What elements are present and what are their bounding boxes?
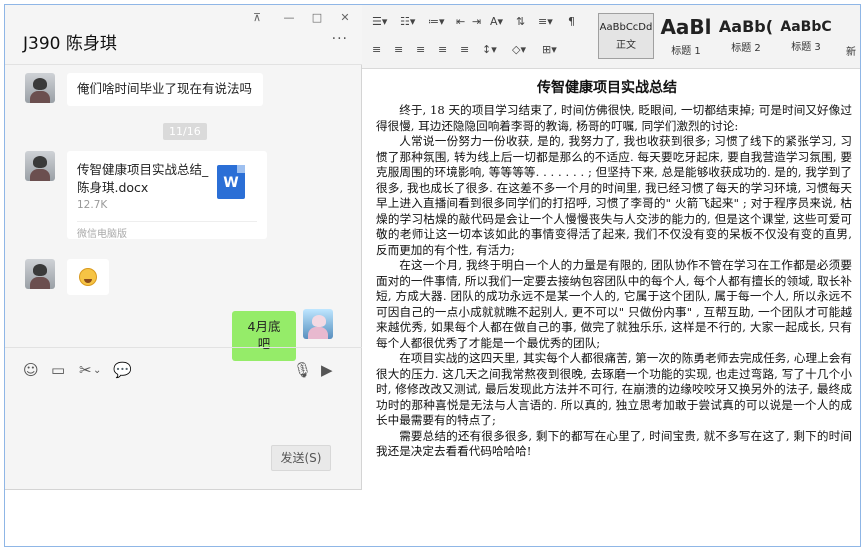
my-avatar[interactable] (303, 309, 333, 339)
new-style-button[interactable]: 新 (840, 13, 860, 59)
emoji-face-icon (79, 268, 97, 286)
borders-icon[interactable]: ⊞▾ (542, 43, 557, 56)
emoji-message[interactable] (67, 259, 109, 295)
paragraph: 在这一个月, 我终于明白一个人的力量是有限的, 团队协作不管在学习在工作都是必须… (376, 258, 852, 350)
chat-header: J390 陈身琪 ⊼ — □ ✕ ··· (5, 5, 362, 65)
decrease-indent-icon[interactable]: ⇤ (456, 15, 465, 28)
close-icon[interactable]: ✕ (335, 11, 355, 24)
contact-avatar[interactable] (25, 73, 55, 103)
scissors-icon[interactable]: ✂ (79, 361, 92, 379)
document-title: 传智健康项目实战总结 (537, 80, 677, 96)
voice-icon[interactable]: 🎙 (293, 361, 312, 379)
distributed-icon[interactable]: ≡ (460, 43, 469, 56)
chat-title: J390 陈身琪 (23, 34, 117, 54)
screenshot-frame: J390 陈身琪 ⊼ — □ ✕ ··· 俺们啥时间毕业了现在有说法吗 11/1… (4, 4, 861, 547)
word-ribbon: ☰▾ ☷▾ ≔▾ ⇤ ⇥ A▾ ⇅ ≡▾ ¶ ≡ ≡ ≡ ≡ ≡ ↕▾ ◇▾ ⊞… (362, 5, 860, 69)
align-center-icon[interactable]: ≡ (394, 43, 403, 56)
emoji-icon[interactable]: ☺ (23, 361, 39, 379)
chat-divider (5, 347, 362, 348)
more-options-icon[interactable]: ··· (332, 31, 348, 47)
chat-history-icon[interactable]: 💬 (113, 361, 132, 379)
document-page[interactable]: 传智健康项目实战总结 终于, 18 天的项目学习结束了, 时间仿佛很快, 眨眼间… (362, 69, 860, 546)
paragraph: 终于, 18 天的项目学习结束了, 时间仿佛很快, 眨眼间, 一切都结束掉; 可… (376, 103, 852, 133)
style-heading-3[interactable]: AaBbC 标题 3 (778, 13, 834, 59)
message-bubble[interactable]: 俺们啥时间毕业了现在有说法吗 (67, 73, 263, 106)
shading-icon[interactable]: ◇▾ (512, 43, 526, 56)
align-left-icon[interactable]: ≡ (372, 43, 381, 56)
numbering-icon[interactable]: ☷▾ (400, 15, 415, 28)
chat-window: J390 陈身琪 ⊼ — □ ✕ ··· 俺们啥时间毕业了现在有说法吗 11/1… (5, 5, 362, 490)
file-name: 传智健康项目实战总结_陈身琪.docx (77, 162, 209, 195)
line-spacing-icon[interactable]: ↕▾ (482, 43, 497, 56)
style-normal[interactable]: AaBbCcDd 正文 (598, 13, 654, 59)
word-file-icon: W (217, 165, 245, 199)
pin-icon[interactable]: ⊼ (247, 11, 267, 24)
video-call-icon[interactable]: ▶ (321, 361, 333, 379)
document-body: 终于, 18 天的项目学习结束了, 时间仿佛很快, 眨眼间, 一切都结束掉; 可… (376, 103, 852, 460)
file-size: 12.7K (77, 199, 108, 211)
paragraph: 在项目实战的这四天里, 其实每个人都很痛苦, 第一次的陈勇老师去完成任务, 心理… (376, 351, 852, 427)
text-direction-icon[interactable]: ≡▾ (538, 15, 553, 28)
file-source: 微信电脑版 (77, 221, 257, 240)
chevron-down-icon[interactable]: ⌄ (93, 365, 101, 376)
sort-icon[interactable]: ⇅ (516, 15, 525, 28)
contact-avatar[interactable] (25, 259, 55, 289)
send-button[interactable]: 发送(S) (271, 445, 331, 471)
align-right-icon[interactable]: ≡ (416, 43, 425, 56)
my-message-bubble[interactable]: 4月底吧 (232, 311, 296, 361)
show-marks-icon[interactable]: ¶ (568, 15, 575, 28)
paragraph: 人常说一份努力一份收获, 是的, 我努力了, 我也收获到很多; 习惯了线下的紧张… (376, 134, 852, 257)
file-message[interactable]: 传智健康项目实战总结_陈身琪.docx 12.7K W 微信电脑版 (67, 151, 267, 240)
paragraph: 需要总结的还有很多很多, 剩下的都写在心里了, 时间宝贵, 就不多写在这了, 剩… (376, 428, 852, 459)
multilevel-list-icon[interactable]: ≔▾ (428, 15, 445, 28)
folder-icon[interactable]: ▭ (51, 361, 65, 379)
message-timestamp: 11/16 (163, 123, 207, 140)
justify-icon[interactable]: ≡ (438, 43, 447, 56)
asian-layout-icon[interactable]: A▾ (490, 15, 503, 28)
style-heading-1[interactable]: AaBl 标题 1 (658, 13, 714, 59)
contact-avatar[interactable] (25, 151, 55, 181)
maximize-icon[interactable]: □ (307, 11, 327, 24)
increase-indent-icon[interactable]: ⇥ (472, 15, 481, 28)
minimize-icon[interactable]: — (279, 11, 299, 24)
bullets-icon[interactable]: ☰▾ (372, 15, 387, 28)
style-heading-2[interactable]: AaBb( 标题 2 (718, 13, 774, 59)
